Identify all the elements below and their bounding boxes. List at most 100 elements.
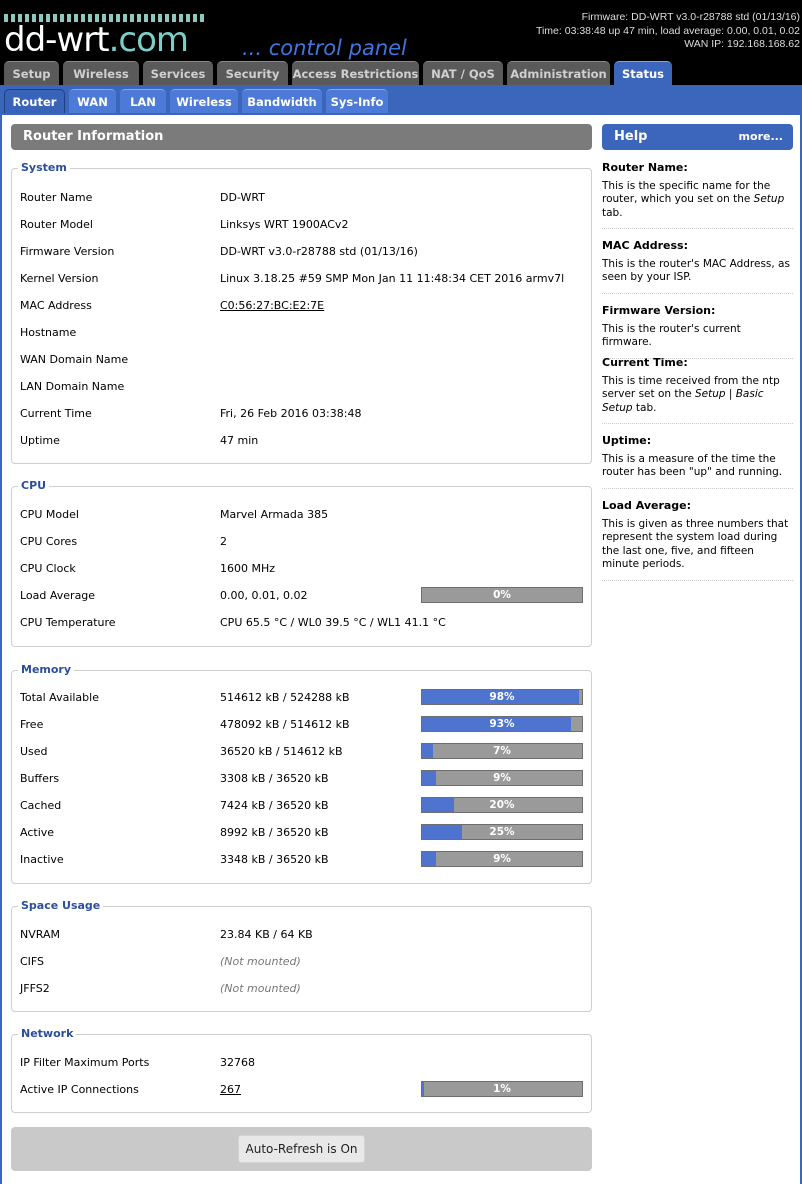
tab-access-restrictions[interactable]: Access Restrictions <box>292 61 419 85</box>
row-label: Used <box>20 745 48 758</box>
control-panel-title: ... control panel <box>242 36 407 60</box>
memory-value: 3348 kB / 36520 kB <box>220 853 329 866</box>
row-label: WAN Domain Name <box>20 353 129 366</box>
row-label: CPU Cores <box>20 535 78 548</box>
row-label: Cached <box>20 799 62 812</box>
cpu-legend: CPU <box>18 479 50 493</box>
space-usage-fieldset: Space Usage NVRAM 23.84 KB / 64 KB CIFS (N… <box>11 899 592 1012</box>
help-heading: Current Time: <box>602 356 688 369</box>
main-tabs: Setup Wireless Services Security Access … <box>4 61 676 85</box>
memory-fieldset: Memory Total Available 514612 kB / 524288… <box>11 663 592 884</box>
help-section: Current Time: This is time received from … <box>602 356 793 424</box>
row-label: Active <box>20 826 55 839</box>
cpu-fieldset: CPU CPU Model Marvel Armada 385 CPU Cores… <box>11 479 592 647</box>
help-text: This is the router's MAC Address, as see… <box>602 257 790 284</box>
firmware-line: Firmware: DD-WRT v3.0-r28788 std (01/13/… <box>581 11 800 23</box>
subtab-sys-info[interactable]: Sys-Info <box>326 89 388 113</box>
memory-value: 8992 kB / 36520 kB <box>220 826 329 839</box>
subtab-wan[interactable]: WAN <box>69 89 116 113</box>
network-fieldset: Network IP Filter Maximum Ports 32768 Act… <box>11 1027 592 1113</box>
tab-setup[interactable]: Setup <box>4 61 59 85</box>
subtab-wireless[interactable]: Wireless <box>170 89 238 113</box>
memory-value: 478092 kB / 514612 kB <box>220 718 350 731</box>
memory-bar: 98% <box>421 689 583 705</box>
active-connections-bar: 1% <box>421 1081 583 1097</box>
bar-percent-label: 98% <box>489 691 515 703</box>
memory-bar: 25% <box>421 824 583 840</box>
help-text: This is a measure of the time the router… <box>602 452 783 479</box>
bar-percent-label: 1% <box>493 1083 511 1095</box>
memory-value: 36520 kB / 514612 kB <box>220 745 343 758</box>
row-label: Inactive <box>20 853 64 866</box>
row-label: IP Filter Maximum Ports <box>20 1056 150 1069</box>
tab-services[interactable]: Services <box>143 61 213 85</box>
memory-bar: 9% <box>421 851 583 867</box>
memory-bar: 9% <box>421 770 583 786</box>
help-text: This is given as three numbers that repr… <box>602 517 789 571</box>
logo-main: dd-wrt <box>4 20 110 60</box>
help-title: Help <box>614 129 648 144</box>
memory-value: 3308 kB / 36520 kB <box>220 772 329 785</box>
row-label: JFFS2 <box>20 982 50 995</box>
tab-wireless[interactable]: Wireless <box>63 61 139 85</box>
row-label: Total Available <box>20 691 99 704</box>
page-title: Router Information <box>11 124 592 150</box>
sub-tabs: Router WAN LAN Wireless Bandwidth Sys-In… <box>4 89 392 113</box>
memory-value: 7424 kB / 36520 kB <box>220 799 329 812</box>
memory-bar: 20% <box>421 797 583 813</box>
help-heading: Firmware Version: <box>602 304 716 317</box>
memory-legend: Memory <box>18 663 75 677</box>
memory-value: 514612 kB / 524288 kB <box>220 691 350 704</box>
bar-percent-label: 93% <box>489 718 515 730</box>
cpu-temperature-value: CPU 65.5 °C / WL0 39.5 °C / WL1 41.1 °C <box>220 616 446 629</box>
load-average-value: 0.00, 0.01, 0.02 <box>220 589 308 602</box>
current-time-value: Fri, 26 Feb 2016 03:38:48 <box>220 407 362 420</box>
tab-nat-qos[interactable]: NAT / QoS <box>423 61 503 85</box>
help-more-link[interactable]: more... <box>739 124 783 150</box>
row-label: Current Time <box>20 407 92 420</box>
bar-percent-label: 9% <box>493 772 511 784</box>
help-heading: Load Average: <box>602 499 692 512</box>
system-legend: System <box>18 161 70 175</box>
row-label: Active IP Connections <box>20 1083 139 1096</box>
cifs-value: (Not mounted) <box>220 955 301 968</box>
auto-refresh-button[interactable]: Auto-Refresh is On <box>238 1135 365 1163</box>
bar-percent-label: 25% <box>489 826 515 838</box>
row-label: CPU Model <box>20 508 79 521</box>
row-label: MAC Address <box>20 299 92 312</box>
row-label: Kernel Version <box>20 272 99 285</box>
help-section: Load Average: This is given as three numb… <box>602 499 793 581</box>
help-text: tab. <box>632 401 657 414</box>
help-text: This is the router's current firmware. <box>602 322 741 349</box>
router-model-value: Linksys WRT 1900ACv2 <box>220 218 349 231</box>
nvram-value: 23.84 KB / 64 KB <box>220 928 313 941</box>
subtab-lan[interactable]: LAN <box>120 89 166 113</box>
wan-ip-line: WAN IP: 192.168.168.62 <box>684 38 800 50</box>
space-usage-legend: Space Usage <box>18 899 104 913</box>
mac-address-link[interactable]: C0:56:27:BC:E2:7E <box>220 299 324 313</box>
help-section: Firmware Version: This is the router's cu… <box>602 304 793 359</box>
row-label: Router Name <box>20 191 93 204</box>
uptime-value: 47 min <box>220 434 259 447</box>
logo: dd-wrt.com <box>4 20 189 60</box>
row-label: Load Average <box>20 589 96 602</box>
row-label: CPU Clock <box>20 562 76 575</box>
system-fieldset: System Router Name DD-WRT Router Model Lin… <box>11 161 592 464</box>
tab-status[interactable]: Status <box>614 61 672 85</box>
cpu-clock-value: 1600 MHz <box>220 562 276 575</box>
help-section: MAC Address: This is the router's MAC Add… <box>602 239 793 294</box>
subtab-bandwidth[interactable]: Bandwidth <box>242 89 322 113</box>
row-label: Firmware Version <box>20 245 115 258</box>
subtab-router[interactable]: Router <box>4 89 65 113</box>
help-heading: MAC Address: <box>602 239 689 252</box>
refresh-bar: Auto-Refresh is On <box>11 1127 592 1171</box>
router-name-value: DD-WRT <box>220 191 265 204</box>
row-label: Buffers <box>20 772 60 785</box>
active-connections-link[interactable]: 267 <box>220 1083 241 1097</box>
row-label: NVRAM <box>20 928 60 941</box>
row-label: CIFS <box>20 955 45 968</box>
tab-security[interactable]: Security <box>217 61 288 85</box>
network-legend: Network <box>18 1027 77 1041</box>
help-header: Help more... <box>602 124 793 150</box>
tab-administration[interactable]: Administration <box>507 61 610 85</box>
